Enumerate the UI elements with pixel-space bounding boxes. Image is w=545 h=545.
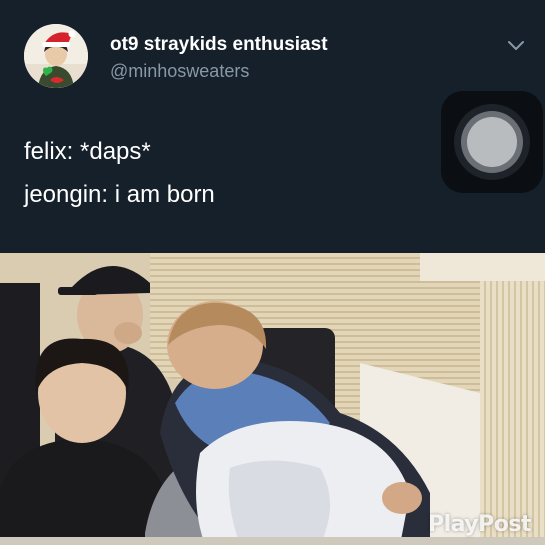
playpost-watermark: PlayPost: [427, 512, 532, 537]
attached-photo[interactable]: PlayPost: [0, 253, 545, 545]
assistive-touch-icon[interactable]: [441, 91, 543, 193]
tweet-card: ot9 straykids enthusiast @minhosweaters …: [0, 0, 545, 253]
display-name[interactable]: ot9 straykids enthusiast: [110, 34, 328, 56]
tweet-text-line-1: felix: *daps*: [24, 138, 151, 165]
tweet-text-line-2: jeongin: i am born: [24, 181, 215, 208]
photo-scene: [0, 253, 545, 545]
username-handle[interactable]: @minhosweaters: [110, 61, 249, 82]
avatar-image: [24, 24, 88, 88]
assistive-touch-ring-inner: [467, 117, 517, 167]
profile-avatar[interactable]: [24, 24, 88, 88]
chevron-down-icon[interactable]: [506, 38, 526, 54]
